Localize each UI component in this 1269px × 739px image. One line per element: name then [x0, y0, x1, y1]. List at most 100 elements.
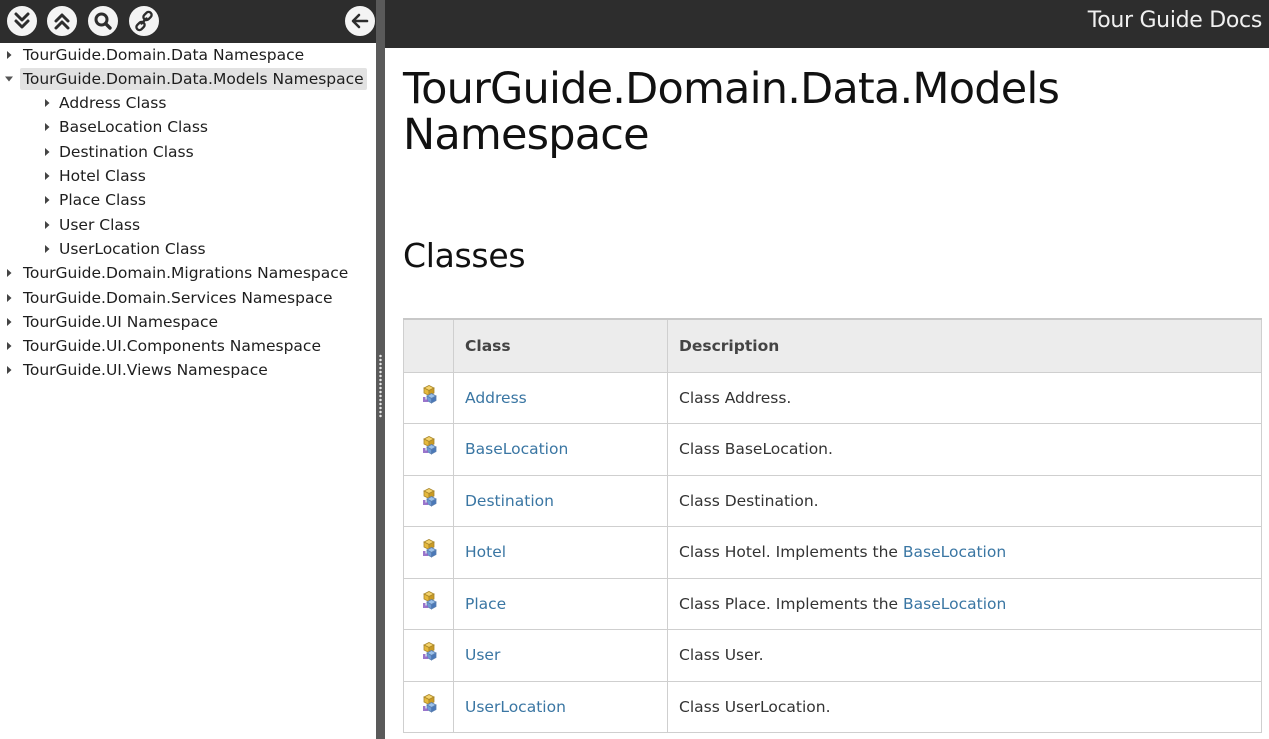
class-link[interactable]: Address [465, 389, 527, 407]
class-link[interactable]: Place [465, 595, 506, 613]
tree-namespace-item[interactable]: TourGuide.UI.Components Namespace [0, 335, 376, 357]
header-icon-column [403, 318, 454, 373]
triangle-right-icon[interactable] [4, 311, 14, 333]
tree-item-label: TourGuide.UI.Views Namespace [23, 361, 268, 380]
classes-table-body: Address Class Address. BaseLocation Class B… [403, 371, 1262, 733]
link-button[interactable] [129, 6, 159, 36]
class-name-cell: User [453, 629, 668, 682]
class-name-cell: Destination [453, 474, 668, 527]
tree-item-label: Destination Class [59, 142, 194, 161]
table-row: Destination Class Destination. [403, 474, 1262, 527]
table-row: User Class User. [403, 629, 1262, 682]
arrow-left-icon [351, 13, 369, 29]
triangle-right-icon[interactable] [42, 238, 52, 260]
class-name-cell: Place [453, 577, 668, 630]
classes-table: Class Description Address Class Address. B… [403, 318, 1262, 733]
class-description: Class Hotel. Implements the [679, 543, 903, 562]
triangle-right-icon[interactable] [42, 189, 52, 211]
class-description-cell: Class Place. Implements the BaseLocation [667, 577, 1262, 630]
tree-item-label: TourGuide.Domain.Migrations Namespace [23, 264, 349, 283]
triangle-right-icon[interactable] [4, 287, 14, 309]
public-class-icon [403, 526, 454, 579]
tree-class-item[interactable]: UserLocation Class [0, 238, 376, 260]
tree-class-item[interactable]: Hotel Class [0, 165, 376, 187]
class-description: Class BaseLocation. [679, 440, 833, 459]
triangle-right-icon[interactable] [42, 116, 52, 138]
class-link[interactable]: UserLocation [465, 698, 566, 716]
triangle-right-icon[interactable] [42, 141, 52, 163]
tree-class-item[interactable]: BaseLocation Class [0, 116, 376, 138]
header-class: Class [453, 318, 668, 373]
class-name-cell: BaseLocation [453, 423, 668, 476]
class-link[interactable]: BaseLocation [465, 440, 568, 458]
description-link[interactable]: BaseLocation [903, 543, 1006, 561]
table-header-row: Class Description [403, 318, 1262, 373]
class-description-cell: Class BaseLocation. [667, 423, 1262, 476]
class-name-cell: UserLocation [453, 680, 668, 733]
table-row: UserLocation Class UserLocation. [403, 680, 1262, 733]
tree-namespace-item[interactable]: TourGuide.Domain.Services Namespace [0, 287, 376, 309]
public-class-icon [403, 423, 454, 476]
triangle-right-icon[interactable] [4, 359, 14, 381]
class-description-cell: Class Destination. [667, 474, 1262, 527]
collapse-pane-button[interactable] [345, 6, 375, 36]
tree-namespace-item[interactable]: TourGuide.UI.Views Namespace [0, 359, 376, 381]
public-class-icon [403, 474, 454, 527]
tree-namespace-item[interactable]: TourGuide.Domain.Data.Models Namespace [0, 67, 376, 90]
tree-class-item[interactable]: Address Class [0, 92, 376, 114]
class-description: Class User. [679, 646, 764, 665]
public-class-icon [403, 680, 454, 733]
class-link[interactable]: Hotel [465, 543, 506, 561]
expand-all-button[interactable] [7, 6, 37, 36]
tree-item-label: User Class [59, 215, 141, 234]
triangle-right-icon[interactable] [4, 262, 14, 284]
class-description: Class Place. Implements the [679, 594, 904, 613]
tree-item-label: TourGuide.Domain.Data.Models Namespace [20, 67, 367, 90]
tree-item-label: UserLocation Class [59, 239, 206, 258]
class-link[interactable]: User [465, 646, 500, 664]
class-description-cell: Class Hotel. Implements the BaseLocation [667, 526, 1262, 579]
public-class-icon [403, 577, 454, 630]
content-pane: Tour Guide Docs TourGuide.Domain.Data.Mo… [385, 0, 1269, 739]
search-button[interactable] [88, 6, 118, 36]
page-title-line1: TourGuide.Domain.Data.Models [403, 64, 1060, 114]
collapse-all-button[interactable] [47, 6, 77, 36]
expand-all-icon [14, 12, 30, 29]
class-name-cell: Address [453, 371, 668, 424]
triangle-right-icon[interactable] [4, 335, 14, 357]
class-description: Class Address. [679, 388, 792, 407]
class-description: Class Destination. [679, 491, 819, 510]
tree-namespace-item[interactable]: TourGuide.Domain.Data Namespace [0, 44, 376, 66]
pane-splitter[interactable] [376, 0, 385, 739]
toc-toolbar [0, 0, 376, 43]
tree-class-item[interactable]: User Class [0, 214, 376, 236]
table-row: Place Class Place. Implements the BaseLoc… [403, 577, 1262, 630]
tree-class-item[interactable]: Destination Class [0, 141, 376, 163]
table-row: BaseLocation Class BaseLocation. [403, 423, 1262, 476]
triangle-down-icon[interactable] [4, 68, 14, 90]
class-description: Class UserLocation. [679, 697, 831, 716]
class-description-cell: Class User. [667, 629, 1262, 682]
page-title: TourGuide.Domain.Data.Models Namespace [403, 66, 1243, 158]
site-title[interactable]: Tour Guide Docs [1088, 8, 1263, 33]
triangle-right-icon[interactable] [42, 214, 52, 236]
triangle-right-icon[interactable] [4, 44, 14, 66]
table-row: Address Class Address. [403, 371, 1262, 424]
tree-item-label: Address Class [59, 94, 167, 113]
class-link[interactable]: Destination [465, 492, 554, 510]
page-title-line2: Namespace [403, 110, 650, 160]
link-icon [135, 10, 153, 32]
tree-class-item[interactable]: Place Class [0, 189, 376, 211]
triangle-right-icon[interactable] [42, 92, 52, 114]
triangle-right-icon[interactable] [42, 165, 52, 187]
splitter-grip[interactable] [379, 354, 382, 418]
tree-item-label: TourGuide.UI Namespace [23, 312, 218, 331]
header-description: Description [667, 318, 1262, 373]
class-name-cell: Hotel [453, 526, 668, 579]
tree-item-label: TourGuide.Domain.Services Namespace [23, 288, 333, 307]
tree-namespace-item[interactable]: TourGuide.UI Namespace [0, 311, 376, 333]
tree-item-label: Place Class [59, 191, 146, 210]
tree-namespace-item[interactable]: TourGuide.Domain.Migrations Namespace [0, 262, 376, 284]
class-description-cell: Class UserLocation. [667, 680, 1262, 733]
description-link[interactable]: BaseLocation [903, 595, 1006, 613]
